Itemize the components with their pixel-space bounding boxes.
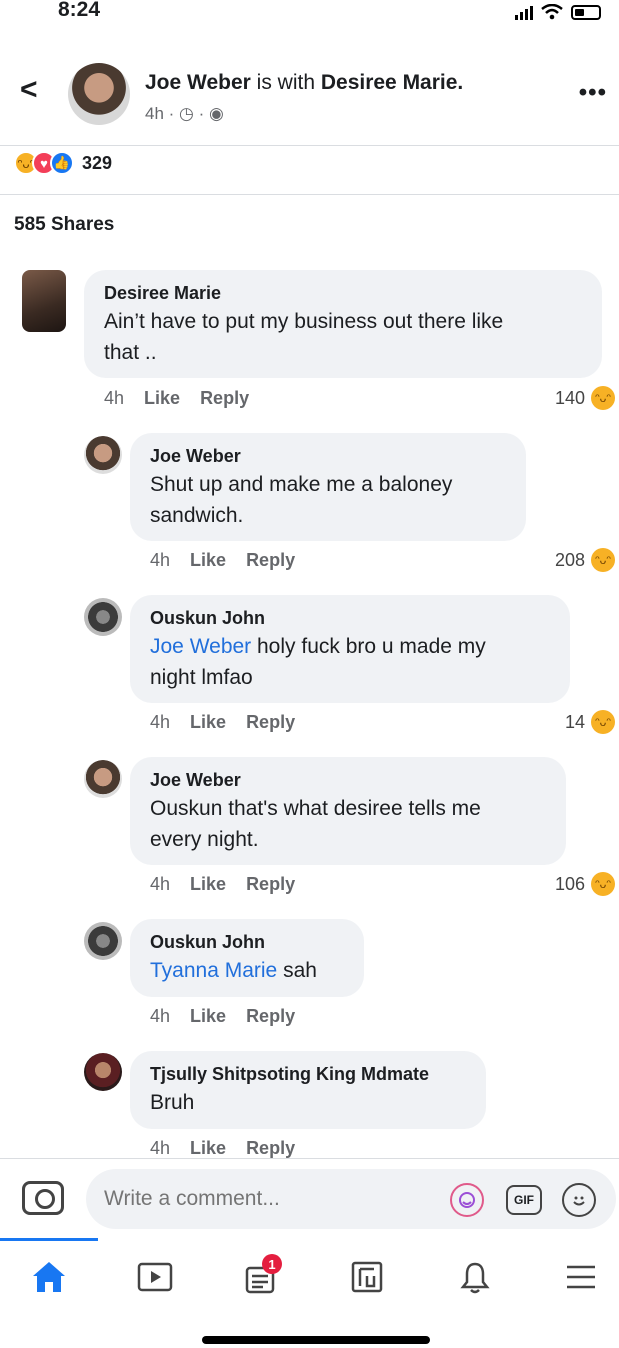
status-icons [515,4,601,20]
commenter-avatar[interactable] [84,436,122,474]
haha-icon: ᵔᴗᵔ [591,710,615,734]
like-button[interactable]: Like [190,550,226,571]
commenter-name[interactable]: Desiree Marie [104,282,582,304]
comment-time: 4h [150,712,171,732]
home-indicator[interactable] [202,1336,430,1344]
commenter-name[interactable]: Tjsully Shitpsoting King Mdmate [150,1063,466,1085]
post-header: < Joe Weber is with Desiree Marie. 4h · … [0,55,619,145]
comment-bubble: Ouskun John Tyanna Marie sah [130,919,364,997]
haha-icon: ᵔᴗᵔ [591,548,615,572]
comment-bubble: Ouskun John Joe Weber holy fuck bro u ma… [130,595,570,703]
bell-icon[interactable] [452,1254,498,1300]
author-avatar[interactable] [68,63,130,125]
tagged-name[interactable]: Desiree Marie. [321,71,463,94]
commenter-avatar[interactable] [84,598,122,636]
battery-icon [571,5,601,20]
watch-icon[interactable] [132,1254,178,1300]
comment-bubble: Joe Weber Shut up and make me a baloney … [130,433,526,541]
wifi-icon [541,4,563,20]
comment-actions: 4h Like Reply [150,712,295,733]
mention-link[interactable]: Tyanna Marie [150,959,277,982]
shares-count[interactable]: 585 Shares [14,214,114,236]
with-text: is with [250,71,321,94]
comment-reaction-count[interactable]: 14 ᵔᴗᵔ [565,710,615,734]
comment-text: Bruh [150,1091,195,1114]
comment-bubble: Joe Weber Ouskun that's what desiree tel… [130,757,566,865]
comment-time: 4h [150,1138,171,1158]
haha-icon: ᵔᴗᵔ [591,386,615,410]
post-meta: 4h · ◷ · ◉ [145,104,224,123]
back-button[interactable]: < [20,73,38,107]
like-icon: 👍 [50,151,74,175]
comment-time: 4h [150,550,171,570]
comment-text: Joe Weber holy fuck bro u made my night … [150,635,486,689]
reply-button[interactable]: Reply [200,388,249,409]
comment-time: 4h [104,388,125,408]
comment-bubble: Tjsully Shitpsoting King Mdmate Bruh [130,1051,486,1129]
menu-icon[interactable] [558,1254,604,1300]
emoji-icon[interactable] [562,1183,596,1217]
reply-button[interactable]: Reply [246,712,295,733]
comment-reaction-count[interactable]: 140 ᵔᴗᵔ [555,386,615,410]
comment-reaction-count[interactable]: 106 ᵔᴗᵔ [555,872,615,896]
reaction-count: 329 [82,152,113,173]
bottom-nav: 1 [0,1238,619,1318]
comment-bubble: Desiree Marie Ain’t have to put my busin… [84,270,602,378]
reply-button[interactable]: Reply [246,874,295,895]
comment-time: 4h [150,874,171,894]
comment-actions: 4h Like Reply [150,874,295,895]
comment-text: Tyanna Marie sah [150,959,317,982]
comment-text: Ain’t have to put my business out there … [104,310,504,364]
commenter-name[interactable]: Ouskun John [150,607,550,629]
gaming-icon[interactable] [344,1254,390,1300]
commenter-avatar[interactable] [84,1053,122,1091]
camera-icon[interactable] [22,1181,64,1215]
status-time: 8:24 [58,0,101,21]
commenter-avatar[interactable] [84,760,122,798]
reply-button[interactable]: Reply [246,550,295,571]
mention-link[interactable]: Joe Weber [150,635,251,658]
comment-reaction-count[interactable]: 208 ᵔᴗᵔ [555,548,615,572]
home-icon[interactable] [26,1254,72,1300]
commenter-name[interactable]: Ouskun John [150,931,344,953]
gif-button[interactable]: GIF [506,1185,542,1215]
notification-badge: 1 [262,1254,282,1274]
comment-actions: 4h Like Reply [150,1006,295,1027]
like-button[interactable]: Like [190,712,226,733]
divider [0,194,619,195]
divider [0,145,619,146]
status-bar: 8:24 [0,0,619,30]
author-name[interactable]: Joe Weber [145,71,251,94]
more-options-button[interactable]: ••• [579,79,607,107]
commenter-avatar[interactable] [22,270,66,332]
comment-actions: 4h Like Reply [104,388,249,409]
comment-text: Shut up and make me a baloney sandwich. [150,473,453,527]
nav-active-indicator [0,1238,98,1241]
commenter-name[interactable]: Joe Weber [150,445,506,467]
commenter-name[interactable]: Joe Weber [150,769,546,791]
comment-actions: 4h Like Reply [150,1138,295,1159]
like-button[interactable]: Like [144,388,180,409]
reactions-summary[interactable]: ᵔᴗᵔ ♥ 👍 329 [14,148,112,178]
like-button[interactable]: Like [190,1006,226,1027]
post-title: Joe Weber is with Desiree Marie. [145,71,463,95]
comment-actions: 4h Like Reply [150,550,295,571]
like-button[interactable]: Like [190,1138,226,1159]
comment-composer: GIF [0,1158,619,1238]
reply-button[interactable]: Reply [246,1138,295,1159]
news-feed-icon[interactable]: 1 [238,1254,284,1300]
comment-text: Ouskun that's what desiree tells me ever… [150,797,481,851]
commenter-avatar[interactable] [84,922,122,960]
like-button[interactable]: Like [190,874,226,895]
avatar-sticker-icon[interactable] [450,1183,484,1217]
signal-icon [515,4,533,20]
haha-icon: ᵔᴗᵔ [591,872,615,896]
comment-time: 4h [150,1006,171,1026]
reply-button[interactable]: Reply [246,1006,295,1027]
